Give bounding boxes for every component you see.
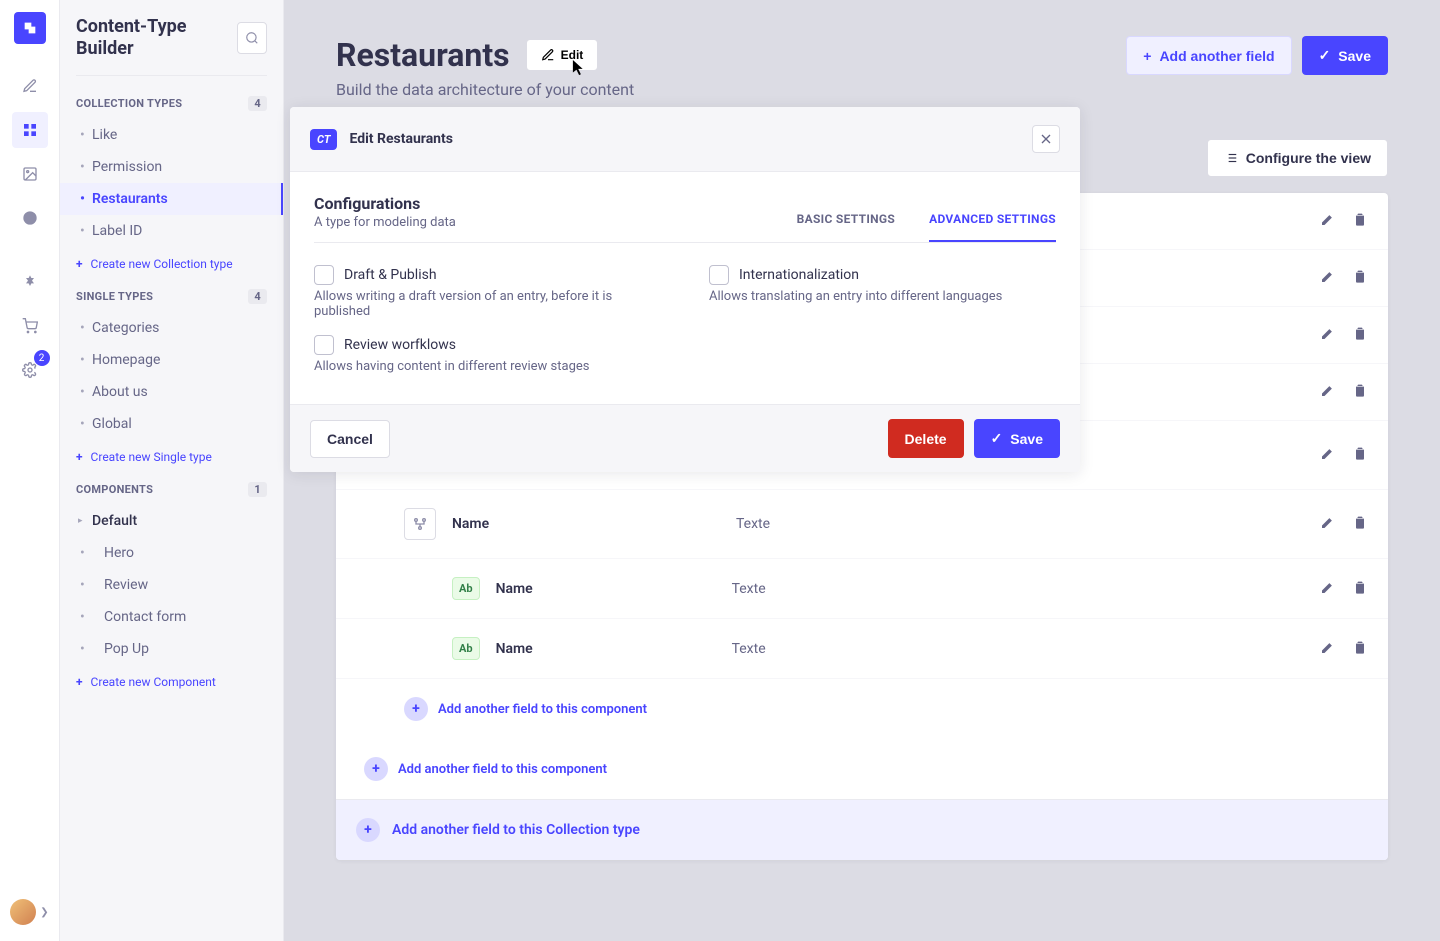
- trash-icon[interactable]: [1352, 325, 1368, 345]
- media-library-icon[interactable]: [12, 156, 48, 192]
- plus-circle-icon: +: [364, 757, 388, 781]
- component-icon[interactable]: [404, 508, 436, 540]
- components-header[interactable]: COMPONENTS 1: [60, 474, 283, 505]
- add-field-to-collection[interactable]: + Add another field to this Collection t…: [336, 799, 1388, 860]
- plus-circle-icon: +: [404, 697, 428, 721]
- add-field-to-component-inner[interactable]: + Add another field to this component: [336, 679, 1388, 739]
- field-row-nested-2: Ab Name Texte: [336, 559, 1388, 619]
- internationalization-desc: Allows translating an entry into differe…: [709, 289, 1056, 304]
- pencil-icon[interactable]: [1320, 514, 1336, 534]
- sidebar-item-categories[interactable]: Categories: [60, 312, 283, 344]
- draft-publish-label: Draft & Publish: [344, 267, 437, 283]
- sidebar-item-about-us[interactable]: About us: [60, 376, 283, 408]
- page-title: Restaurants: [336, 36, 510, 74]
- check-icon: ✓: [1319, 47, 1331, 64]
- add-field-button[interactable]: + Add another field: [1126, 36, 1291, 75]
- sidebar-item-contact-form[interactable]: Contact form: [60, 601, 283, 633]
- edit-modal: CT Edit Restaurants Configurations A typ…: [290, 107, 1080, 472]
- plugins-icon[interactable]: [12, 264, 48, 300]
- pencil-icon[interactable]: [1320, 325, 1336, 345]
- configure-view-button[interactable]: Configure the view: [1207, 139, 1388, 177]
- sidebar-item-hero[interactable]: Hero: [60, 537, 283, 569]
- sidebar: Content-Type Builder COLLECTION TYPES 4 …: [60, 0, 284, 941]
- create-single-type[interactable]: + Create new Single type: [60, 440, 283, 474]
- field-row-nested-2: Ab Name Texte: [336, 619, 1388, 679]
- cursor-icon: [572, 60, 588, 80]
- collection-types-count: 4: [248, 96, 267, 111]
- user-menu[interactable]: ❯: [10, 899, 48, 941]
- plus-icon: +: [1143, 48, 1151, 64]
- marketplace-icon[interactable]: [12, 308, 48, 344]
- sidebar-item-like[interactable]: Like: [60, 119, 283, 151]
- draft-publish-desc: Allows writing a draft version of an ent…: [314, 289, 661, 319]
- sidebar-item-restaurants[interactable]: Restaurants: [60, 183, 283, 215]
- plus-icon: +: [76, 450, 83, 464]
- app-logo[interactable]: [14, 12, 46, 44]
- cancel-button[interactable]: Cancel: [310, 420, 390, 458]
- pencil-icon[interactable]: [1320, 211, 1336, 231]
- text-field-badge: Ab: [452, 577, 480, 600]
- content-type-builder-icon[interactable]: [12, 112, 48, 148]
- sidebar-item-homepage[interactable]: Homepage: [60, 344, 283, 376]
- settings-badge: 2: [34, 350, 50, 366]
- trash-icon[interactable]: [1352, 268, 1368, 288]
- create-component[interactable]: + Create new Component: [60, 665, 283, 699]
- pencil-icon[interactable]: [1320, 445, 1336, 465]
- config-subtitle: A type for modeling data: [314, 215, 456, 242]
- chevron-right-icon: ❯: [40, 907, 48, 918]
- trash-icon[interactable]: [1352, 211, 1368, 231]
- review-workflows-checkbox[interactable]: [314, 335, 334, 355]
- add-field-to-component[interactable]: + Add another field to this component: [336, 739, 1388, 799]
- text-field-badge: Ab: [452, 637, 480, 660]
- search-button[interactable]: [237, 22, 267, 54]
- check-icon: ✓: [991, 430, 1003, 447]
- pencil-icon[interactable]: [1320, 579, 1336, 599]
- info-icon[interactable]: [12, 200, 48, 236]
- close-button[interactable]: [1032, 125, 1060, 153]
- review-workflows-desc: Allows having content in different revie…: [314, 359, 661, 374]
- trash-icon[interactable]: [1352, 445, 1368, 465]
- trash-icon[interactable]: [1352, 514, 1368, 534]
- plus-icon: +: [76, 257, 83, 271]
- ct-badge: CT: [310, 129, 337, 150]
- modal-title: Edit Restaurants: [349, 131, 453, 147]
- components-count: 1: [248, 482, 267, 497]
- internationalization-label: Internationalization: [739, 267, 859, 283]
- sidebar-item-label-id[interactable]: Label ID: [60, 215, 283, 247]
- component-group-default[interactable]: Default: [60, 505, 283, 537]
- config-title: Configurations: [314, 194, 456, 213]
- draft-publish-checkbox[interactable]: [314, 265, 334, 285]
- nav-rail: 2 ❯: [0, 0, 60, 941]
- content-manager-icon[interactable]: [12, 68, 48, 104]
- page-subtitle: Build the data architecture of your cont…: [336, 80, 634, 99]
- pencil-icon[interactable]: [1320, 268, 1336, 288]
- modal-save-button[interactable]: ✓ Save: [974, 419, 1060, 458]
- settings-icon[interactable]: 2: [12, 352, 48, 388]
- review-workflows-label: Review worfklows: [344, 337, 456, 353]
- internationalization-checkbox[interactable]: [709, 265, 729, 285]
- pencil-icon[interactable]: [1320, 382, 1336, 402]
- sidebar-item-global[interactable]: Global: [60, 408, 283, 440]
- single-types-header[interactable]: SINGLE TYPES 4: [60, 281, 283, 312]
- avatar: [10, 899, 36, 925]
- plus-icon: +: [76, 675, 83, 689]
- save-button[interactable]: ✓ Save: [1302, 36, 1388, 75]
- field-row-nested: Name Texte: [336, 490, 1388, 559]
- tab-basic-settings[interactable]: BASIC SETTINGS: [797, 212, 895, 242]
- single-types-count: 4: [248, 289, 267, 304]
- sidebar-item-permission[interactable]: Permission: [60, 151, 283, 183]
- trash-icon[interactable]: [1352, 579, 1368, 599]
- trash-icon[interactable]: [1352, 639, 1368, 659]
- collection-types-header[interactable]: COLLECTION TYPES 4: [60, 88, 283, 119]
- trash-icon[interactable]: [1352, 382, 1368, 402]
- tab-advanced-settings[interactable]: ADVANCED SETTINGS: [929, 212, 1056, 242]
- delete-button[interactable]: Delete: [888, 419, 964, 458]
- sidebar-item-review[interactable]: Review: [60, 569, 283, 601]
- create-collection-type[interactable]: + Create new Collection type: [60, 247, 283, 281]
- pencil-icon[interactable]: [1320, 639, 1336, 659]
- sidebar-title: Content-Type Builder: [76, 16, 237, 59]
- plus-circle-icon: +: [356, 818, 380, 842]
- sidebar-item-pop-up[interactable]: Pop Up: [60, 633, 283, 665]
